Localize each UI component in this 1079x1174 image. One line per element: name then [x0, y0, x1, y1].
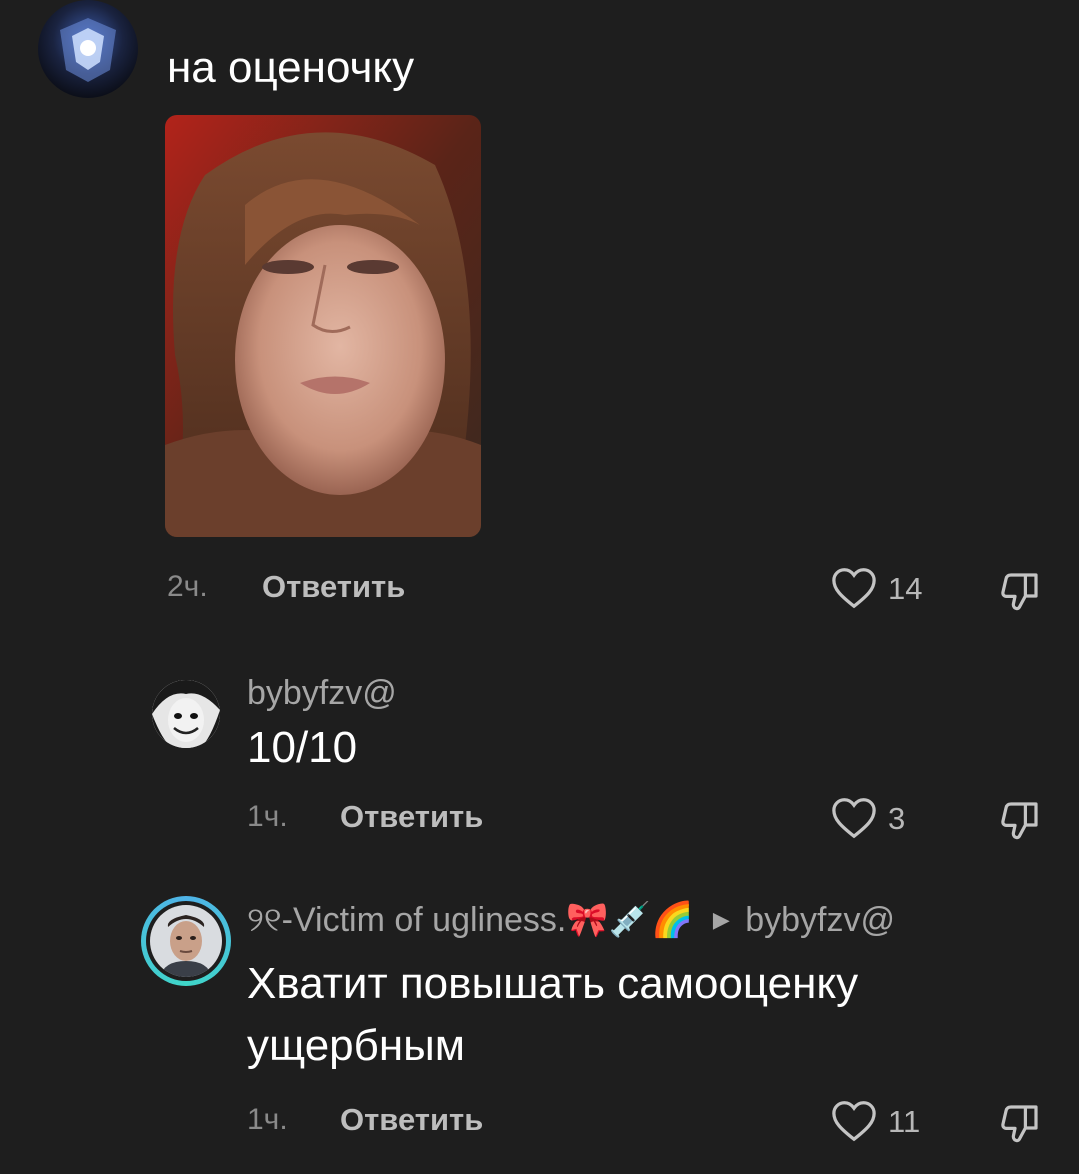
comment-header: ୨୧-Victim of ugliness.🎀💉🌈 ▶ bybyfzv@: [247, 900, 895, 940]
heart-icon[interactable]: [831, 1099, 877, 1143]
comment-photo[interactable]: [165, 115, 481, 537]
comment-text: 10/10: [247, 723, 358, 772]
reply-button[interactable]: Ответить: [340, 799, 483, 835]
like-count: 11: [888, 1104, 921, 1139]
like-count: 3: [888, 801, 906, 836]
comment-username[interactable]: ୨୧-Victim of ugliness.🎀💉🌈: [247, 901, 693, 939]
reply-to-username[interactable]: bybyfzv@: [745, 901, 895, 939]
commenter-avatar: [150, 905, 222, 977]
thumbs-down-icon[interactable]: [994, 566, 1042, 614]
caret-right-icon: ▶: [712, 907, 730, 932]
comment-username[interactable]: bybyfzv@: [247, 674, 397, 713]
commenter-avatar[interactable]: [152, 680, 220, 748]
comment-text: на оценочку: [167, 43, 415, 92]
thumbs-down-icon[interactable]: [994, 1098, 1042, 1146]
comment-text-line1: Хватит повышать самооценку: [247, 959, 859, 1008]
comment-timestamp: 2ч.: [167, 570, 208, 603]
heart-icon[interactable]: [831, 566, 877, 610]
comment-text-line2: ущербным: [247, 1021, 466, 1070]
like-count: 14: [888, 571, 923, 606]
story-ring[interactable]: [141, 896, 231, 986]
comment-timestamp: 1ч.: [247, 1103, 288, 1136]
thumbs-down-icon[interactable]: [994, 795, 1042, 843]
comment-timestamp: 1ч.: [247, 800, 288, 833]
reply-button[interactable]: Ответить: [340, 1102, 483, 1138]
heart-icon[interactable]: [831, 796, 877, 840]
reply-button[interactable]: Ответить: [262, 569, 405, 605]
commenter-avatar[interactable]: [38, 0, 138, 98]
